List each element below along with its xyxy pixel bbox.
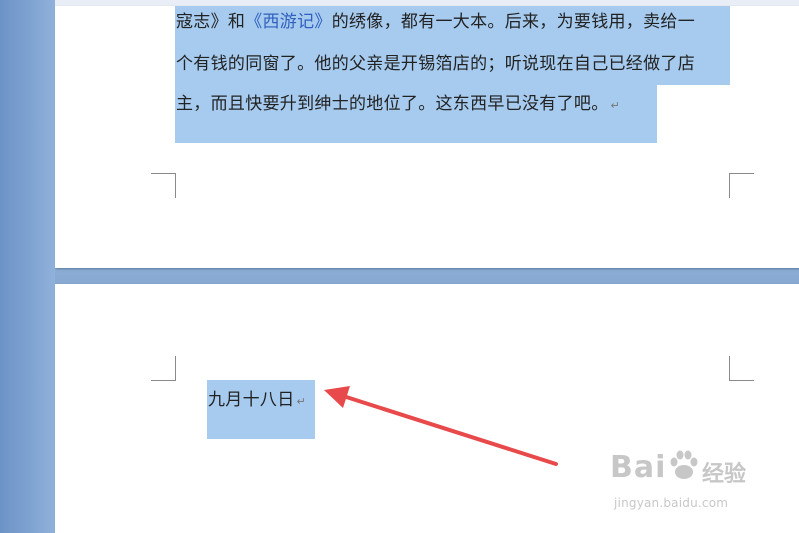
watermark-url: jingyan.baidu.com <box>614 496 729 510</box>
text-line-1[interactable]: 寇志》和《西游记》的绣像，都有一大本。后来，为要钱用，卖给一 <box>176 10 695 34</box>
watermark-brand-text: 经验 <box>702 462 747 487</box>
margin-corner-top-left <box>151 356 176 381</box>
text-line-2[interactable]: 个有钱的同窗了。他的父亲是开锡箔店的；听说现在自己已经做了店 <box>176 52 695 76</box>
paragraph-mark: ↵ <box>296 395 307 408</box>
baidu-jingyan-watermark: Bai 经验 jingyan.baidu.com <box>610 450 760 520</box>
text-line-3[interactable]: 主，而且快要升到绅士的地位了。这东西早已没有了吧。 ↵ <box>176 92 620 118</box>
paw-icon <box>670 450 698 479</box>
workspace-background <box>0 0 55 533</box>
margin-corner-top-right <box>729 356 754 381</box>
watermark-logo-text: Bai <box>610 450 667 485</box>
book-title-link: 《西游记》 <box>245 12 332 32</box>
margin-corner-bottom-right <box>729 173 754 198</box>
date-line[interactable]: 九月十八日 ↵ <box>208 388 306 414</box>
margin-corner-bottom-left <box>151 173 176 198</box>
paragraph-mark: ↵ <box>610 99 621 112</box>
document-page-1[interactable]: 寇志》和《西游记》的绣像，都有一大本。后来，为要钱用，卖给一 个有钱的同窗了。他… <box>55 6 799 268</box>
